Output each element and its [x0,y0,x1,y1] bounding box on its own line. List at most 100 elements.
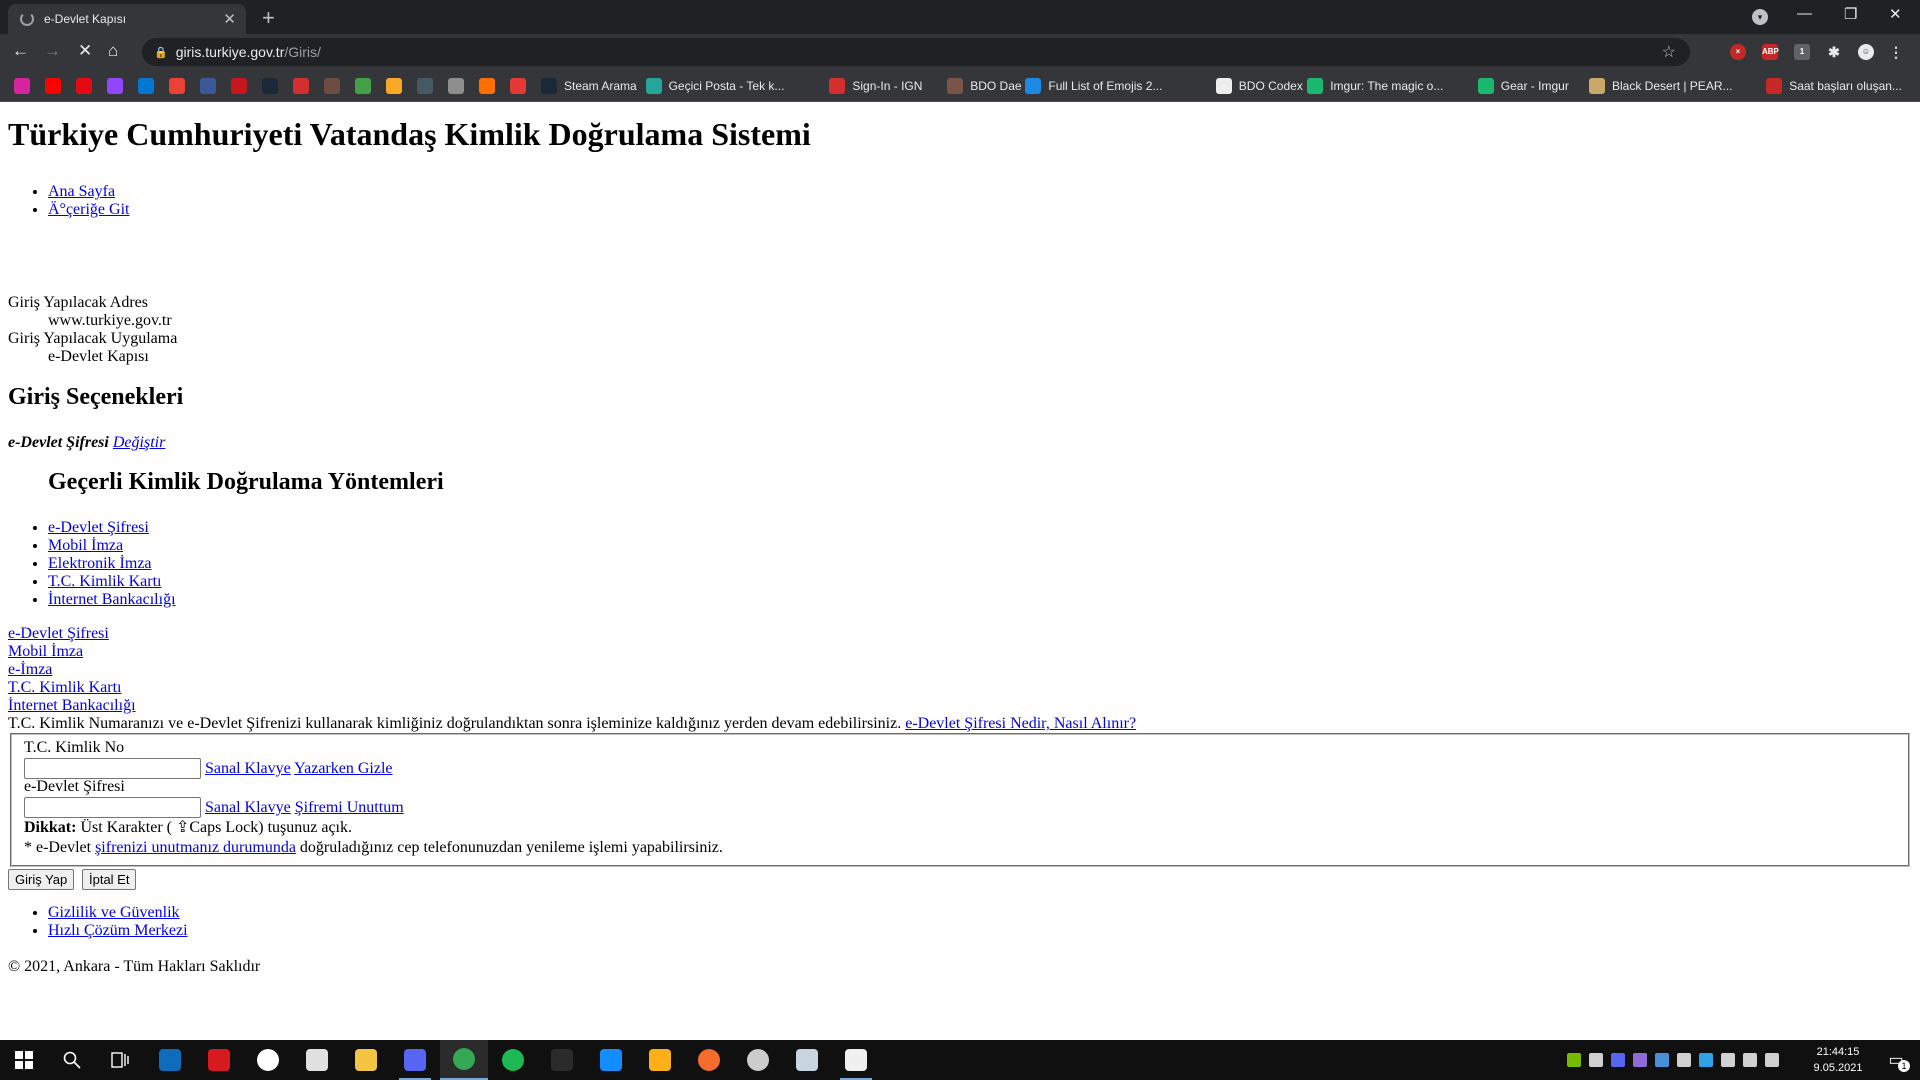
system-clock[interactable]: 21:44:15 9.05.2021 [1800,1044,1876,1076]
tab-kimlik-karti[interactable]: T.C. Kimlik Kartı [8,679,121,696]
pen-tray-icon[interactable] [1633,1053,1647,1067]
taskbar-app-bolt[interactable] [195,1040,243,1080]
monitor-tray-icon[interactable] [1655,1053,1669,1067]
bookmark-item[interactable] [355,70,378,102]
taskbar-app-epic[interactable] [538,1040,586,1080]
taskbar-app-app-black[interactable] [832,1040,880,1080]
bookmark-item[interactable] [386,70,409,102]
taskbar-app-store[interactable] [293,1040,341,1080]
tab-search-icon[interactable]: ▾ [1752,9,1768,25]
home-icon[interactable]: ⌂ [108,41,118,61]
tab-mobil-imza[interactable]: Mobil İmza [8,643,83,660]
new-tab-icon[interactable]: + [262,5,275,31]
method-link-edevlet[interactable]: e-Devlet Şifresi [48,519,149,536]
menu-kebab-icon[interactable]: ⋮ [1888,44,1904,60]
close-window-icon[interactable]: ✕ [1889,5,1902,23]
stop-loading-icon[interactable]: ✕ [78,41,92,61]
bookmark-item[interactable] [107,70,130,102]
method-link-elektronik-imza[interactable]: Elektronik İmza [48,555,152,572]
home-link[interactable]: Ana Sayfa [48,183,115,200]
tab-close-icon[interactable]: ✕ [223,10,236,28]
cancel-button[interactable]: İptal Et [82,869,137,890]
extension-counter-icon[interactable]: 1 [1794,44,1810,60]
privacy-security-link[interactable]: Gizlilik ve Güvenlik [48,904,180,921]
bookmark-item[interactable]: BDO Codex [1215,70,1303,102]
bookmark-item[interactable]: Imgur: The magic o... [1307,70,1443,102]
tab-internet-bankaciligi[interactable]: İnternet Bankacılığı [8,697,136,714]
taskbar-app-chrome[interactable] [440,1040,488,1080]
taskbar-app-spotify[interactable] [489,1040,537,1080]
bookmark-item[interactable] [293,70,316,102]
start-button[interactable] [0,1040,48,1080]
bookmark-item[interactable] [76,70,99,102]
nvidia-tray-icon[interactable] [1567,1053,1581,1067]
login-button[interactable]: Giriş Yap [8,869,75,890]
hide-typing-link[interactable]: Yazarken Gizle [294,760,392,777]
bookmark-item[interactable]: Full List of Emojis 2... [1025,70,1162,102]
bookmark-item[interactable] [324,70,347,102]
taskbar-app-ubisoft[interactable] [734,1040,782,1080]
discord-tray-icon[interactable] [1611,1053,1625,1067]
bookmark-item[interactable] [138,70,161,102]
extensions-puzzle-icon[interactable]: ✱ [1826,44,1842,60]
restore-icon[interactable]: ❐ [1844,5,1857,23]
method-link-mobil-imza[interactable]: Mobil İmza [48,537,123,554]
extension-red-icon[interactable]: × [1730,44,1746,60]
taskbar-app-rockstar[interactable] [636,1040,684,1080]
steam-tray-icon[interactable] [1589,1053,1603,1067]
taskbar-app-steam[interactable] [783,1040,831,1080]
bookmark-item[interactable]: BDO Dae [947,70,1022,102]
profile-avatar-icon[interactable]: ☺ [1858,44,1874,60]
skip-to-content-link[interactable]: Ä°çeriğe Git [48,201,129,218]
bookmark-item[interactable]: Sign-In - IGN [829,70,922,102]
adblock-icon[interactable]: ABP [1762,44,1779,60]
network-tray-icon[interactable] [1743,1053,1757,1067]
bookmark-star-icon[interactable]: ☆ [1662,42,1676,62]
bookmark-item[interactable] [200,70,223,102]
notification-center-button[interactable]: ▭ 1 [1872,1040,1920,1080]
taskbar-app-discord[interactable] [391,1040,439,1080]
bookmark-item[interactable] [448,70,471,102]
taskbar-app-xbox[interactable] [244,1040,292,1080]
search-button[interactable] [48,1040,96,1080]
password-input[interactable] [24,797,201,818]
bookmark-item[interactable] [479,70,502,102]
password-virtual-keyboard-link[interactable]: Sanal Klavye [205,799,291,816]
bookmark-item[interactable] [262,70,285,102]
bookmark-item[interactable]: Steam Arama [541,70,637,102]
what-is-edevlet-link[interactable]: e-Devlet Şifresi Nedir, Nasıl Alınır? [905,715,1136,732]
bookmark-item[interactable] [417,70,440,102]
forgot-password-link[interactable]: Şifremi Unuttum [295,799,404,816]
bookmark-item[interactable] [231,70,254,102]
forward-icon[interactable]: → [44,41,61,61]
taskbar-app-battlenet[interactable] [587,1040,635,1080]
bookmark-item[interactable]: Geçici Posta - Tek k... [645,70,784,102]
security-tray-icon[interactable] [1721,1053,1735,1067]
minimize-icon[interactable]: — [1797,5,1812,22]
bookmark-item[interactable]: Black Desert | PEAR... [1589,70,1733,102]
bookmark-item[interactable]: Gear - Imgur [1477,70,1569,102]
taskbar-app-explorer[interactable] [342,1040,390,1080]
bookmark-item[interactable] [45,70,68,102]
tab-e-imza[interactable]: e-İmza [8,661,52,678]
usb-tray-icon[interactable] [1677,1053,1691,1067]
bookmark-item[interactable] [14,70,37,102]
bookmark-item[interactable] [169,70,192,102]
bookmark-item[interactable] [510,70,533,102]
change-method-link[interactable]: Değiştir [113,434,165,451]
back-icon[interactable]: ← [12,41,29,61]
volume-tray-icon[interactable] [1765,1053,1779,1067]
method-link-internet-bankaciligi[interactable]: İnternet Bankacılığı [48,591,176,608]
cloud-tray-icon[interactable] [1699,1053,1713,1067]
browser-tab[interactable]: e-Devlet Kapısı ✕ [8,4,246,34]
taskbar-app-origin[interactable] [685,1040,733,1080]
help-center-link[interactable]: Hızlı Çözüm Merkezi [48,922,188,939]
taskbar-app-outlook[interactable] [146,1040,194,1080]
address-bar[interactable]: 🔒 giris.turkiye.gov.tr /Giris/ ☆ [142,38,1690,66]
bookmark-item[interactable]: Saat başları oluşan... [1766,70,1902,102]
tc-kimlik-input[interactable] [24,758,201,779]
method-link-kimlik-karti[interactable]: T.C. Kimlik Kartı [48,573,161,590]
forgot-note-link[interactable]: şifrenizi unutmanız durumunda [95,839,296,856]
tab-edevlet-sifresi[interactable]: e-Devlet Şifresi [8,625,109,642]
task-view-button[interactable] [96,1040,144,1080]
